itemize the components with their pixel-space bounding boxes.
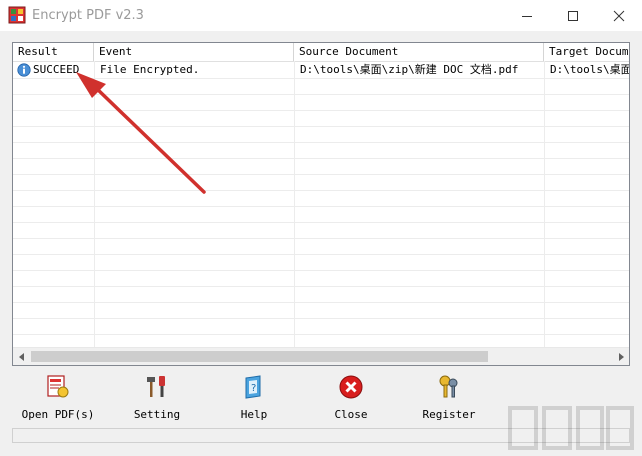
help-label: Help xyxy=(240,408,268,421)
register-label: Register xyxy=(422,408,476,421)
register-button[interactable]: Register xyxy=(420,372,478,422)
help-book-icon: ? xyxy=(241,374,267,400)
close-button[interactable]: Close xyxy=(330,372,372,422)
close-label: Close xyxy=(334,408,368,421)
setting-button[interactable]: Setting xyxy=(128,372,186,422)
tools-icon xyxy=(144,374,170,400)
open-pdf-icon xyxy=(45,374,71,400)
help-button[interactable]: ? Help xyxy=(234,372,274,422)
svg-text:?: ? xyxy=(251,383,256,394)
open-pdf-label: Open PDF(s) xyxy=(21,408,95,421)
annotation-arrow xyxy=(76,72,206,194)
keys-icon xyxy=(436,374,462,400)
open-pdf-button[interactable]: Open PDF(s) xyxy=(22,372,94,422)
close-x-circle-icon xyxy=(338,374,364,400)
watermark-logo xyxy=(508,406,634,450)
setting-label: Setting xyxy=(133,408,181,421)
